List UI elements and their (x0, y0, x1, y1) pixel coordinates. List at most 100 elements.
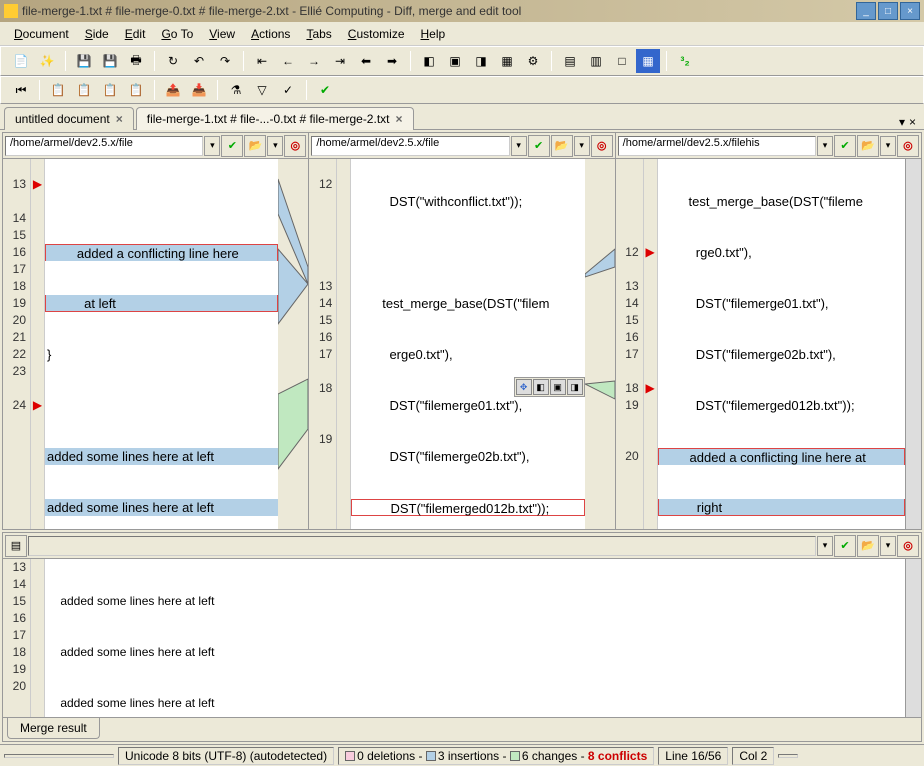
tab-close-icon[interactable]: × (396, 112, 403, 126)
document-tabstrip: untitled document × file-merge-1.txt # f… (0, 104, 924, 130)
left-apply-icon[interactable]: ✔ (221, 135, 243, 157)
merge-auto-icon[interactable]: ⚙ (521, 49, 545, 73)
menu-goto[interactable]: Go To (155, 25, 199, 43)
filter-icon[interactable]: ⚗ (224, 78, 248, 102)
merge-center-icon[interactable]: ▣ (443, 49, 467, 73)
merge-use-center-icon[interactable]: ▣ (550, 379, 566, 395)
tab-untitled[interactable]: untitled document × (4, 107, 134, 130)
export-icon[interactable]: 📤 (161, 78, 185, 102)
menu-edit[interactable]: Edit (119, 25, 152, 43)
center-code[interactable]: DST("withconflict.txt")); test_merge_bas… (351, 159, 584, 529)
left-open-icon[interactable]: 📂 (244, 135, 266, 157)
merge-use-right-icon[interactable]: ◨ (567, 379, 583, 395)
maximize-button[interactable]: □ (878, 2, 898, 20)
tab-merge[interactable]: file-merge-1.txt # file-...-0.txt # file… (136, 107, 414, 130)
funnel-icon[interactable]: ▽ (250, 78, 274, 102)
diff-apply-left-icon[interactable]: ⬅ (354, 49, 378, 73)
left-path-dropdown-icon[interactable]: ▾ (204, 136, 220, 156)
merge-open-icon[interactable]: 📂 (857, 535, 879, 557)
right-editor[interactable]: 12 1314151617 1819 20 ▶ ▶ test_merge_bas… (616, 159, 921, 529)
layout-3way-icon[interactable]: ▦ (636, 49, 660, 73)
print-icon[interactable]: 🖶 (124, 49, 148, 73)
layout-vert-icon[interactable]: ▥ (584, 49, 608, 73)
diff-nav-prev-icon[interactable]: ← (276, 49, 300, 73)
status-line: Line 16/56 (658, 747, 728, 765)
center-path-dropdown-icon[interactable]: ▾ (511, 136, 527, 156)
tab-close-all-icon[interactable]: × (909, 115, 916, 129)
merge-collapse-icon[interactable]: ▤ (5, 535, 27, 557)
left-path-input[interactable]: /home/armel/dev2.5.x/file (5, 136, 203, 156)
titlebar: file-merge-1.txt # file-merge-0.txt # fi… (0, 0, 924, 22)
tab-menu-dropdown-icon[interactable]: ▾ (899, 115, 905, 129)
layout-single-icon[interactable]: □ (610, 49, 634, 73)
menu-document[interactable]: Document (8, 25, 75, 43)
merge-left-icon[interactable]: ◧ (417, 49, 441, 73)
right-apply-icon[interactable]: ✔ (834, 135, 856, 157)
right-path-input[interactable]: /home/armel/dev2.5.x/filehis (618, 136, 816, 156)
right-pane-header: /home/armel/dev2.5.x/filehis ▾ ✔ 📂 ▾ ◎ (616, 133, 921, 159)
merge-code[interactable]: added some lines here at left added some… (45, 559, 905, 717)
diff-nav-first-icon[interactable]: ⇤ (250, 49, 274, 73)
undo-icon[interactable]: ↶ (187, 49, 211, 73)
left-code[interactable]: added a conflicting line here at left } … (45, 159, 278, 529)
right-target-icon[interactable]: ◎ (897, 135, 919, 157)
right-code[interactable]: test_merge_base(DST("fileme rge0.txt"), … (658, 159, 905, 529)
apply-icon[interactable]: ✔ (313, 78, 337, 102)
merge-scrollbar[interactable] (905, 559, 921, 717)
center-target-icon[interactable]: ◎ (591, 135, 613, 157)
center-open-icon[interactable]: 📂 (551, 135, 573, 157)
menu-side[interactable]: Side (79, 25, 115, 43)
right-path-dropdown-icon[interactable]: ▾ (817, 136, 833, 156)
center-pane: /home/armel/dev2.5.x/file ▾ ✔ 📂 ▾ ◎ 12 1… (309, 133, 615, 529)
merge-path-input[interactable] (28, 536, 816, 556)
check-filter-icon[interactable]: ✓ (276, 78, 300, 102)
new-doc-icon[interactable]: 📄 (9, 49, 33, 73)
copy-center-icon[interactable]: 📋 (72, 78, 96, 102)
copy-all-icon[interactable]: 📋 (124, 78, 148, 102)
copy-right-icon[interactable]: 📋 (98, 78, 122, 102)
import-icon[interactable]: 📥 (187, 78, 211, 102)
menu-actions[interactable]: Actions (245, 25, 296, 43)
merge-right-icon[interactable]: ◨ (469, 49, 493, 73)
merge-result-editor[interactable]: 1314151617181920 added some lines here a… (3, 559, 921, 717)
close-button[interactable]: × (900, 2, 920, 20)
left-open-dropdown-icon[interactable]: ▾ (267, 136, 283, 156)
merge-move-icon[interactable]: ✥ (516, 379, 532, 395)
status-diffs: 0 deletions - 3 insertions - 6 changes -… (338, 747, 654, 765)
merge-open-dropdown-icon[interactable]: ▾ (880, 536, 896, 556)
diff-nav-next-icon[interactable]: → (302, 49, 326, 73)
center-editor[interactable]: 12 1314151617 18 19 DST("withconflict.tx… (309, 159, 614, 529)
number-icon[interactable]: ³₂ (673, 49, 697, 73)
redo-icon[interactable]: ↷ (213, 49, 237, 73)
right-open-dropdown-icon[interactable]: ▾ (880, 136, 896, 156)
menu-tabs[interactable]: Tabs (300, 25, 337, 43)
left-editor[interactable]: 13 14151617181920212223 24 ▶ ▶ added a c… (3, 159, 308, 529)
menu-customize[interactable]: Customize (342, 25, 411, 43)
right-open-icon[interactable]: 📂 (857, 135, 879, 157)
goto-first-icon[interactable]: ⏮ (9, 78, 33, 102)
merge-path-dropdown-icon[interactable]: ▾ (817, 536, 833, 556)
save-all-icon[interactable]: 💾 (98, 49, 122, 73)
right-scrollbar[interactable] (905, 159, 921, 529)
left-gutter: 13 14151617181920212223 24 (3, 159, 31, 529)
merge-all-icon[interactable]: ▦ (495, 49, 519, 73)
merge-result-tab[interactable]: Merge result (7, 718, 100, 739)
center-apply-icon[interactable]: ✔ (528, 135, 550, 157)
left-target-icon[interactable]: ◎ (284, 135, 306, 157)
refresh-icon[interactable]: ↻ (161, 49, 185, 73)
copy-left-icon[interactable]: 📋 (46, 78, 70, 102)
tab-close-icon[interactable]: × (116, 112, 123, 126)
layout-horiz-icon[interactable]: ▤ (558, 49, 582, 73)
merge-target-icon[interactable]: ◎ (897, 535, 919, 557)
menu-help[interactable]: Help (415, 25, 452, 43)
center-path-input[interactable]: /home/armel/dev2.5.x/file (311, 136, 509, 156)
center-open-dropdown-icon[interactable]: ▾ (574, 136, 590, 156)
diff-nav-last-icon[interactable]: ⇥ (328, 49, 352, 73)
merge-apply-icon[interactable]: ✔ (834, 535, 856, 557)
diff-apply-right-icon[interactable]: ➡ (380, 49, 404, 73)
menu-view[interactable]: View (203, 25, 241, 43)
merge-use-left-icon[interactable]: ◧ (533, 379, 549, 395)
wand-icon[interactable]: ✨ (35, 49, 59, 73)
save-icon[interactable]: 💾 (72, 49, 96, 73)
minimize-button[interactable]: _ (856, 2, 876, 20)
